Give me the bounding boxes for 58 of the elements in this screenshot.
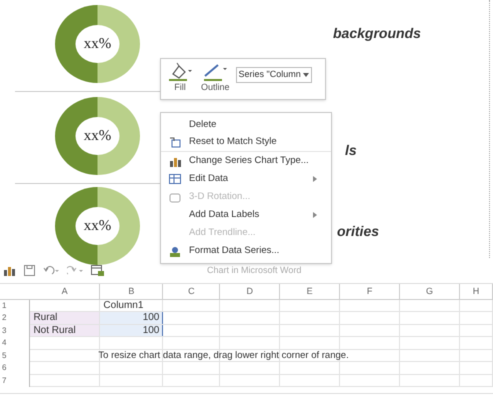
table-cell: Not Rural bbox=[33, 324, 76, 336]
menu-item-label: Format Data Series... bbox=[189, 244, 280, 258]
row-header[interactable]: 6 bbox=[0, 362, 30, 374]
document-text: ls bbox=[345, 141, 357, 160]
menu-item-label: Add Data Labels bbox=[189, 208, 260, 222]
column-header[interactable]: A bbox=[30, 284, 100, 299]
submenu-arrow-icon bbox=[313, 212, 317, 218]
table-icon bbox=[169, 174, 181, 184]
chart-label: xx% bbox=[82, 34, 112, 54]
menu-item-label: Delete bbox=[189, 118, 218, 132]
menu-item-label: Edit Data bbox=[189, 172, 230, 186]
table-cell: Rural bbox=[33, 312, 58, 324]
menu-item-label: Reset to Match Style bbox=[189, 135, 278, 150]
menu-item[interactable]: Add Data Labels bbox=[161, 206, 331, 224]
row-header[interactable]: 4 bbox=[0, 336, 30, 349]
row-header[interactable]: 1 bbox=[0, 299, 30, 312]
chart-label: xx% bbox=[82, 216, 112, 236]
document-text: backgrounds bbox=[333, 24, 421, 43]
bar-chart-icon bbox=[169, 156, 181, 166]
chart-label: xx% bbox=[82, 126, 112, 146]
paint-bucket-icon bbox=[167, 62, 193, 82]
table-cell: Column1 bbox=[103, 300, 144, 311]
column-header[interactable]: F bbox=[340, 284, 400, 299]
series-dropdown[interactable]: Series "Column bbox=[236, 67, 312, 83]
row-header[interactable]: 7 bbox=[0, 374, 30, 386]
save-icon[interactable] bbox=[24, 265, 35, 276]
hint-text: To resize chart data range, drag lower right corner of range. bbox=[98, 350, 349, 361]
menu-item-label: Add Trendline... bbox=[189, 226, 257, 240]
menu-item[interactable]: Format Data Series... bbox=[161, 242, 331, 260]
document-text: orities bbox=[337, 222, 380, 241]
menu-item-label: Change Series Chart Type... bbox=[189, 154, 310, 168]
column-header[interactable]: E bbox=[280, 284, 340, 299]
caret-icon bbox=[302, 73, 309, 77]
table-cell: 100 bbox=[142, 312, 160, 324]
column-header[interactable]: D bbox=[220, 284, 280, 299]
toolbar-button[interactable]: Outline bbox=[199, 62, 232, 92]
redo-icon[interactable] bbox=[67, 266, 83, 276]
menu-item-label: 3-D Rotation... bbox=[189, 190, 252, 204]
column-header[interactable]: C bbox=[162, 284, 220, 299]
column-header[interactable]: G bbox=[400, 284, 460, 299]
window-title: Chart in Microsoft Word bbox=[207, 264, 302, 277]
menu-item[interactable]: Reset to Match Style bbox=[161, 134, 331, 152]
rotation-icon bbox=[169, 192, 181, 202]
row-header[interactable]: 5 bbox=[0, 349, 30, 362]
menu-item[interactable]: Edit Data bbox=[161, 170, 331, 188]
undo-icon[interactable] bbox=[43, 266, 59, 276]
menu-item[interactable]: Change Series Chart Type... bbox=[161, 152, 331, 170]
column-header[interactable]: B bbox=[100, 284, 163, 299]
chart-icon[interactable] bbox=[4, 266, 16, 276]
reset-icon bbox=[169, 137, 181, 148]
column-header[interactable]: H bbox=[459, 284, 492, 299]
pen-icon bbox=[202, 62, 228, 82]
table-icon[interactable] bbox=[91, 265, 104, 276]
submenu-arrow-icon bbox=[313, 176, 317, 182]
toolbar-button[interactable]: Fill bbox=[165, 62, 195, 92]
menu-item[interactable]: Delete bbox=[161, 116, 331, 134]
format-icon bbox=[169, 246, 181, 256]
table-cell: 100 bbox=[142, 324, 160, 336]
